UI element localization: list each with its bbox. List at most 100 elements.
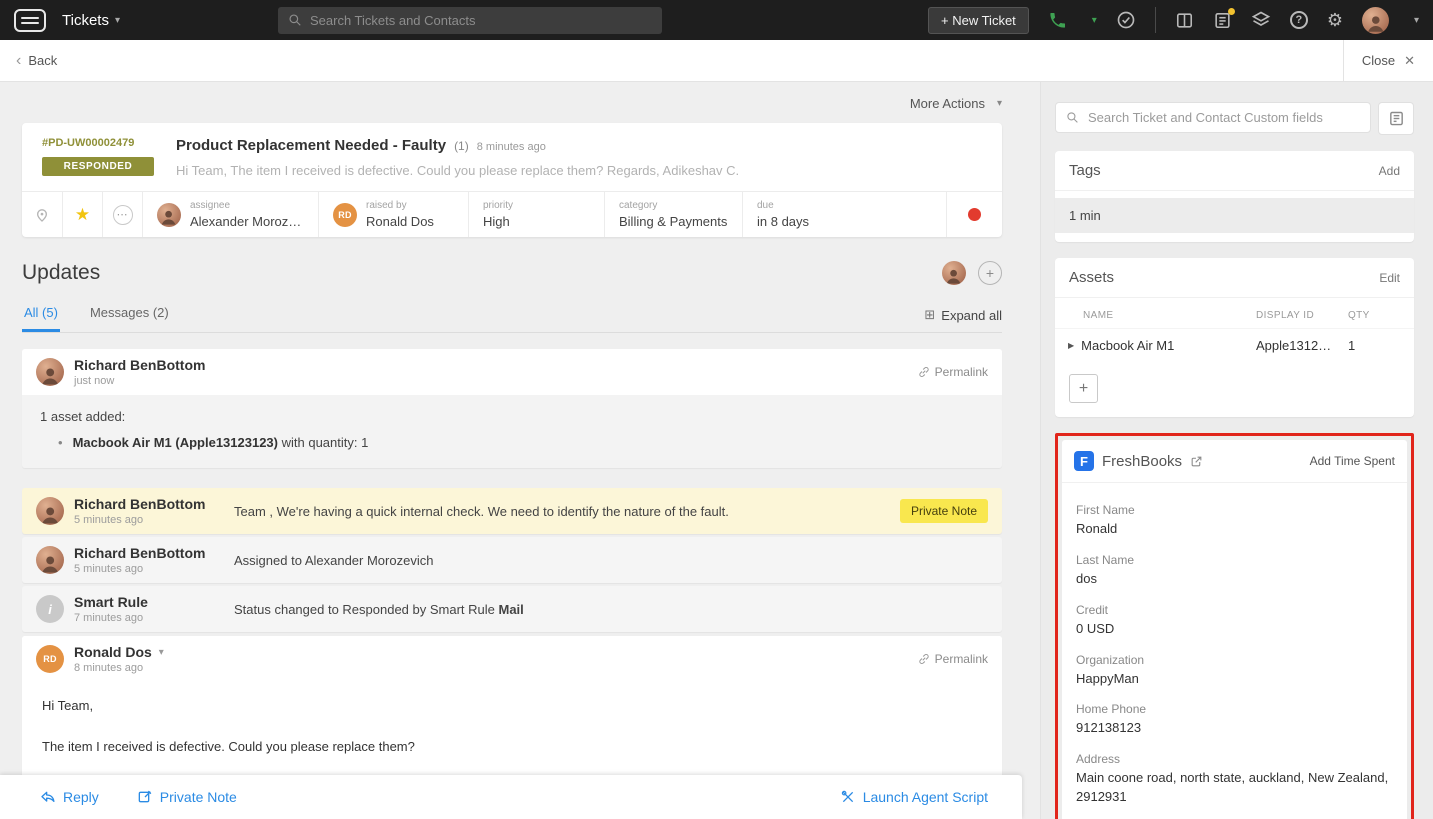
new-ticket-button[interactable]: + New Ticket [928,7,1029,34]
global-search[interactable] [278,7,662,34]
author-avatar [36,497,64,525]
apps-stack-icon[interactable] [1251,10,1271,30]
reply-icon [40,789,56,805]
raised-by-field[interactable]: RD raised by Ronald Dos [318,192,468,237]
category-value: Billing & Payments [619,214,727,229]
thread-count: (1) [454,139,469,153]
assets-table-header: NAME DISPLAY ID QTY [1055,298,1414,328]
module-caret-icon[interactable]: ▾ [115,15,120,26]
priority-field[interactable]: priority High [468,192,604,237]
priority-label: priority [483,200,513,211]
tags-add-link[interactable]: Add [1379,164,1400,178]
info-icon: i [36,595,64,623]
smart-rule-text: Status changed to Responded by Smart Rul… [234,602,988,617]
permalink-link[interactable]: Permalink [918,365,988,379]
private-note-badge: Private Note [900,499,988,523]
assignee-field[interactable]: assignee Alexander Moroze... [142,192,318,237]
tab-all[interactable]: All (5) [22,297,60,332]
freshbooks-field: Organization HappyMan [1076,653,1393,689]
due-value: in 8 days [757,214,809,229]
profile-caret-icon[interactable]: ▾ [1414,15,1419,26]
module-title[interactable]: Tickets [62,12,109,29]
asset-qty: 1 [1348,338,1400,353]
assets-widget: Assets Edit NAME DISPLAY ID QTY ▶ Macboo… [1055,258,1414,417]
back-label: Back [28,53,57,68]
user-avatar[interactable] [1362,7,1389,34]
ticket-summary-card: #PD-UW00002479 RESPONDED Product Replace… [22,123,1002,237]
availability-check-icon[interactable] [1116,10,1136,30]
launch-agent-script-button[interactable]: Launch Agent Script [840,789,988,805]
add-asset-button[interactable]: + [1069,374,1098,403]
expand-all-button[interactable]: ⊞ Expand all [924,307,1002,332]
tools-icon [840,789,856,805]
freshbooks-field: First Name Ronald [1076,503,1393,539]
settings-gear-icon[interactable]: ⚙ [1327,11,1343,29]
ticket-id: #PD-UW00002479 [42,137,154,149]
sla-status-indicator[interactable] [946,192,1002,237]
sidebar-search-input[interactable] [1088,110,1360,125]
entry-time: 5 minutes ago [74,563,224,575]
ticket-status-badge: RESPONDED [42,157,154,176]
expand-row-icon[interactable]: ▶ [1068,341,1074,350]
ticket-preview: Hi Team, The item I received is defectiv… [176,163,982,178]
ticket-title[interactable]: Product Replacement Needed - Faulty [176,137,446,154]
tab-messages[interactable]: Messages (2) [88,297,171,332]
permalink-link[interactable]: Permalink [918,652,988,666]
raised-by-avatar: RD [333,203,357,227]
time-spent-row: 1 min [1055,198,1414,233]
assets-col-display-id: DISPLAY ID [1256,310,1348,321]
activity-feed-icon[interactable] [1213,11,1232,30]
category-field[interactable]: category Billing & Payments [604,192,742,237]
tags-widget: Tags Add 1 min [1055,151,1414,242]
updates-heading: Updates [22,261,100,285]
widget-catalog-button[interactable] [1378,102,1414,135]
sidebar-search[interactable] [1055,102,1371,133]
link-icon [918,366,930,378]
more-actions-button[interactable]: More Actions ▾ [22,96,1002,111]
due-field[interactable]: due in 8 days [742,192,946,237]
pin-icon[interactable] [22,192,62,237]
annotation-highlight: F FreshBooks Add Time Spent First Name R… [1055,433,1414,819]
freshbooks-field: Address Main coone road, north state, au… [1076,752,1393,807]
entry-time: just now [74,375,205,387]
due-label: due [757,200,809,211]
star-icon[interactable]: ★ [62,192,102,237]
expand-all-icon: ⊞ [924,307,935,323]
raised-by-value: Ronald Dos [366,214,434,229]
link-icon [918,653,930,665]
close-button[interactable]: Close ✕ [1343,40,1433,81]
watcher-avatar[interactable] [942,261,966,285]
more-options-icon[interactable]: ⋯ [102,192,142,237]
asset-added-item: Macbook Air M1 (Apple13123123) with quan… [73,435,369,450]
back-button[interactable]: ‹ Back [16,53,57,69]
freshbooks-field: Credit 0 USD [1076,603,1393,639]
phone-caret-icon[interactable]: ▾ [1092,15,1097,26]
raised-by-label: raised by [366,200,434,211]
ticket-nav-bar: ‹ Back Close ✕ [0,40,1433,82]
entry-time: 5 minutes ago [74,514,224,526]
assets-col-qty: QTY [1348,310,1400,321]
asset-added-body: 1 asset added: • Macbook Air M1 (Apple13… [22,395,1002,468]
assets-edit-link[interactable]: Edit [1379,271,1400,285]
global-search-input[interactable] [310,13,652,28]
app-logo-icon[interactable] [14,9,46,32]
assignee-avatar [157,203,181,227]
update-entry-smart-rule: i Smart Rule 7 minutes ago Status change… [22,586,1002,632]
kanban-view-icon[interactable] [1175,11,1194,30]
asset-added-intro: 1 asset added: [40,409,984,424]
external-link-icon[interactable] [1190,455,1203,468]
asset-table-row[interactable]: ▶ Macbook Air M1 Apple1312… 1 [1055,328,1414,362]
add-time-spent-link[interactable]: Add Time Spent [1310,454,1395,468]
author-name[interactable]: Ronald Dos▾ [74,644,164,660]
phone-icon[interactable] [1048,11,1067,30]
assets-title: Assets [1069,269,1114,286]
red-dot-icon [968,208,981,221]
add-watcher-button[interactable]: + [978,261,1002,285]
reply-button[interactable]: Reply [40,789,99,805]
private-note-button[interactable]: Private Note [137,789,237,805]
freshbooks-title: FreshBooks [1102,453,1182,470]
ticket-age: 8 minutes ago [477,141,546,153]
reply-toolbar: Reply Private Note Launch Agent Script [0,775,1022,819]
chevron-left-icon: ‹ [16,53,21,69]
help-icon[interactable]: ? [1290,11,1308,29]
